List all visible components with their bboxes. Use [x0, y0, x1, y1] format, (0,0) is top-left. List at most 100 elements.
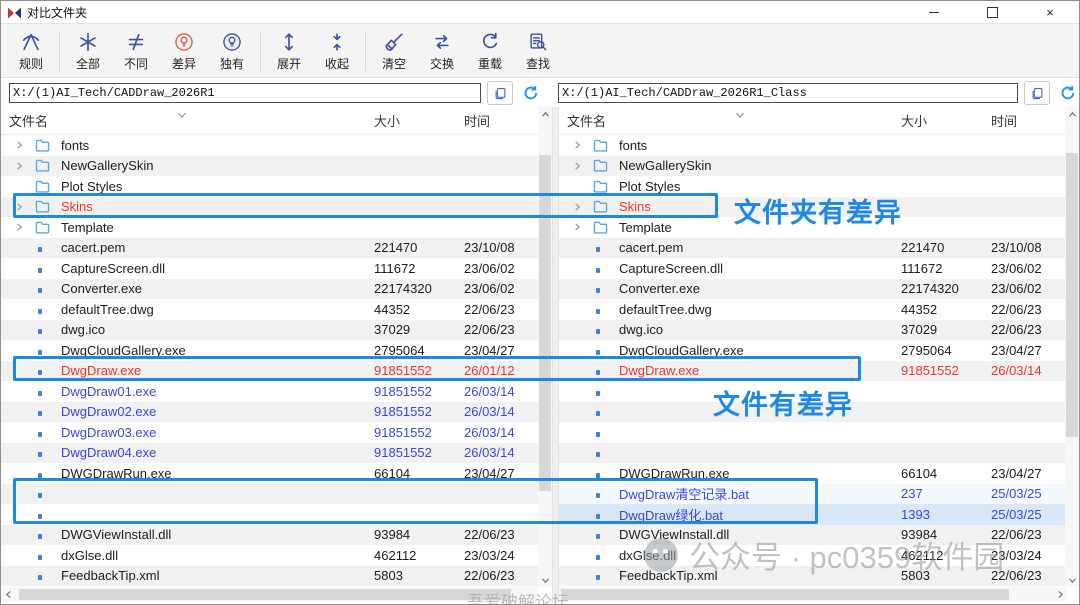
close-button[interactable]: ×: [1021, 1, 1079, 23]
file-row[interactable]: Converter.exe2217432023/06/02: [1, 279, 538, 300]
column-size[interactable]: 大小: [374, 111, 464, 130]
left-refresh-button[interactable]: [520, 82, 542, 104]
file-row[interactable]: dwg.ico3702922/06/23: [559, 320, 1065, 341]
expand-button[interactable]: 展开: [265, 28, 313, 74]
empty-row[interactable]: [559, 443, 1065, 464]
right-horizontal-scrollbar[interactable]: [559, 587, 1067, 602]
folder-row[interactable]: fonts: [1, 135, 538, 156]
right-browse-button[interactable]: [1024, 81, 1050, 105]
folder-row[interactable]: Plot Styles: [559, 176, 1065, 197]
file-row[interactable]: DwgDraw04.exe9185155226/03/14: [1, 443, 538, 464]
column-time[interactable]: 时间: [464, 111, 538, 130]
file-row[interactable]: cacert.pem22147023/10/08: [1, 238, 538, 259]
file-row[interactable]: DwgCloudGallery.exe279506423/04/27: [1, 340, 538, 361]
file-row[interactable]: DWGViewInstall.dll9398422/06/23: [1, 525, 538, 546]
file-name: DWGViewInstall.dll: [619, 527, 901, 542]
file-name: NewGallerySkin: [61, 158, 374, 173]
not-equal-button[interactable]: 不同: [112, 28, 160, 74]
empty-row[interactable]: [1, 484, 538, 505]
expand-chevron-icon[interactable]: [15, 222, 35, 232]
file-row[interactable]: DwgDraw03.exe9185155226/03/14: [1, 422, 538, 443]
folder-row[interactable]: Skins: [559, 197, 1065, 218]
folder-row[interactable]: NewGallerySkin: [1, 156, 538, 177]
folder-row[interactable]: Template: [559, 217, 1065, 238]
empty-row[interactable]: [559, 422, 1065, 443]
file-row[interactable]: DwgDraw清空记录.bat23725/03/25: [559, 484, 1065, 505]
minimize-button[interactable]: [905, 1, 963, 23]
file-row[interactable]: FeedbackTip.xml580322/06/23: [559, 566, 1065, 587]
scroll-up-icon[interactable]: [1065, 107, 1079, 121]
file-row[interactable]: CaptureScreen.dll11167223/06/02: [559, 258, 1065, 279]
right-refresh-button[interactable]: [1057, 82, 1079, 104]
file-row[interactable]: defaultTree.dwg4435222/06/23: [559, 299, 1065, 320]
toolbar-button-label: 规则: [19, 55, 43, 72]
expand-chevron-icon[interactable]: [15, 161, 35, 171]
left-file-list: fonts NewGallerySkin Plot StylesSkinsTempl…: [1, 135, 552, 587]
column-filename[interactable]: 文件名: [9, 111, 374, 130]
expand-chevron-icon[interactable]: [573, 161, 593, 171]
scrollbar-thumb[interactable]: [539, 155, 551, 491]
scrollbar-thumb[interactable]: [1066, 153, 1078, 437]
file-row[interactable]: DwgDraw01.exe9185155226/03/14: [1, 381, 538, 402]
scroll-left-icon[interactable]: [1, 587, 15, 602]
file-row[interactable]: DwgDraw.exe9185155226/01/12: [1, 361, 538, 382]
file-row[interactable]: DWGDrawRun.exe6610423/04/27: [1, 463, 538, 484]
expand-chevron-icon[interactable]: [15, 202, 35, 212]
file-row[interactable]: FeedbackTip.xml580322/06/23: [1, 566, 538, 587]
file-row[interactable]: DWGDrawRun.exe6610423/04/27: [559, 463, 1065, 484]
scroll-up-icon[interactable]: [538, 107, 552, 121]
folder-row[interactable]: fonts: [559, 135, 1065, 156]
expand-chevron-icon[interactable]: [573, 140, 593, 150]
left-column-header[interactable]: 文件名 大小 时间: [1, 107, 552, 135]
left-browse-button[interactable]: [487, 81, 513, 105]
left-horizontal-scrollbar[interactable]: [1, 587, 538, 602]
right-path-input[interactable]: [558, 83, 1018, 103]
expand-chevron-icon[interactable]: [573, 202, 593, 212]
file-row[interactable]: cacert.pem22147023/10/08: [559, 238, 1065, 259]
rules-button[interactable]: 规则: [7, 28, 55, 74]
file-row[interactable]: DwgDraw绿化.bat139325/03/25: [559, 504, 1065, 525]
unique-bulb-button[interactable]: 独有: [208, 28, 256, 74]
folder-icon: [35, 180, 61, 193]
empty-row[interactable]: [1, 504, 538, 525]
file-row[interactable]: DWGViewInstall.dll9398422/06/23: [559, 525, 1065, 546]
folder-row[interactable]: Template: [1, 217, 538, 238]
folder-row[interactable]: NewGallerySkin: [559, 156, 1065, 177]
file-row[interactable]: dxGlse.dll46211223/03/24: [1, 545, 538, 566]
file-row[interactable]: dwg.ico3702922/06/23: [1, 320, 538, 341]
scroll-down-icon[interactable]: [1065, 573, 1079, 587]
left-path-input[interactable]: [9, 83, 481, 103]
file-size: 22174320: [374, 281, 464, 296]
right-column-header[interactable]: 文件名 大小 时间: [559, 107, 1079, 135]
empty-row[interactable]: [559, 381, 1065, 402]
scrollbar-thumb[interactable]: [19, 589, 511, 600]
file-row[interactable]: DwgDraw02.exe9185155226/03/14: [1, 402, 538, 423]
file-row[interactable]: DwgDraw.exe9185155226/03/14: [559, 361, 1065, 382]
collapse-button[interactable]: 收起: [313, 28, 361, 74]
find-button[interactable]: 查找: [514, 28, 562, 74]
column-filename[interactable]: 文件名: [567, 111, 901, 130]
scroll-down-icon[interactable]: [538, 573, 552, 587]
expand-chevron-icon[interactable]: [573, 222, 593, 232]
reload-button[interactable]: 重载: [466, 28, 514, 74]
scrollbar-thumb[interactable]: [561, 589, 1009, 600]
folder-row[interactable]: Plot Styles: [1, 176, 538, 197]
file-row[interactable]: DwgCloudGallery.exe279506423/04/27: [559, 340, 1065, 361]
file-row[interactable]: defaultTree.dwg4435222/06/23: [1, 299, 538, 320]
scroll-right-icon[interactable]: [1053, 587, 1067, 602]
file-row[interactable]: CaptureScreen.dll11167223/06/02: [1, 258, 538, 279]
expand-chevron-icon[interactable]: [15, 140, 35, 150]
file-row[interactable]: dxGlse.dll46211223/03/24: [559, 545, 1065, 566]
column-time[interactable]: 时间: [991, 111, 1065, 130]
folder-row[interactable]: Skins: [1, 197, 538, 218]
clear-button[interactable]: 清空: [370, 28, 418, 74]
file-row[interactable]: Converter.exe2217432023/06/02: [559, 279, 1065, 300]
right-vertical-scrollbar[interactable]: [1065, 107, 1079, 587]
left-vertical-scrollbar[interactable]: [538, 107, 552, 587]
all-button[interactable]: 全部: [64, 28, 112, 74]
maximize-button[interactable]: [963, 1, 1021, 23]
column-size[interactable]: 大小: [901, 111, 991, 130]
empty-row[interactable]: [559, 402, 1065, 423]
diff-bulb-button[interactable]: 差异: [160, 28, 208, 74]
swap-button[interactable]: 交换: [418, 28, 466, 74]
